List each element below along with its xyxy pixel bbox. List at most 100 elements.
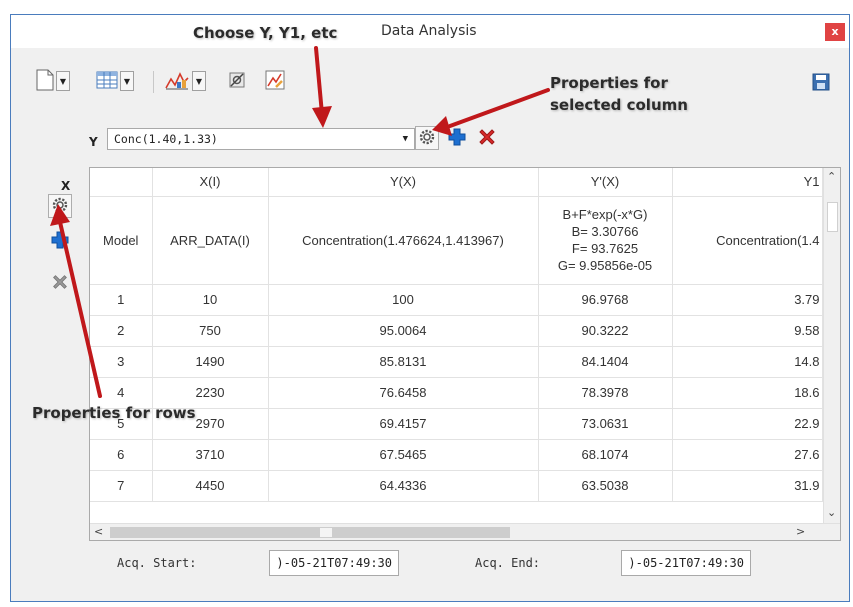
table-cell[interactable]: Concentration(1.4	[672, 196, 823, 285]
annotation-row-properties: Properties for rows	[32, 404, 196, 422]
table-cell[interactable]: 78.3978	[538, 377, 673, 409]
column-header[interactable]: Y'(X)	[538, 168, 673, 197]
table-cell[interactable]: 64.4336	[268, 470, 539, 502]
chart-dropdown[interactable]: ▼	[163, 69, 207, 93]
annotation-column-properties-line1: Properties for	[550, 74, 668, 92]
table-cell[interactable]: 69.4157	[268, 408, 539, 440]
column-header[interactable]: Y(X)	[268, 168, 539, 197]
column-header[interactable]: Y1	[672, 168, 823, 197]
vertical-scrollbar[interactable]: ⌃ ⌄	[823, 168, 840, 524]
edit-chart-button[interactable]	[263, 69, 287, 93]
table-cell[interactable]: B+F*exp(-x*G) B= 3.30766 F= 93.7625 G= 9…	[538, 196, 673, 285]
table-cell[interactable]: 73.0631	[538, 408, 673, 440]
new-document-icon	[36, 69, 54, 94]
annotation-column-properties-line2: selected column	[550, 96, 688, 114]
table-cell[interactable]: ARR_DATA(I)	[152, 196, 269, 285]
table-cell[interactable]: 18.6	[672, 377, 823, 409]
table-cell[interactable]: Concentration(1.476624,1.413967)	[268, 196, 539, 285]
horizontal-scroll-thumb[interactable]	[110, 527, 510, 538]
y-select-value: Conc(1.40,1.33)	[114, 132, 218, 146]
tools-button[interactable]	[225, 69, 249, 93]
title-bar: Data Analysis x	[11, 15, 849, 48]
table-row[interactable]: 3 1490 85.8131 84.1404 14.8	[90, 346, 823, 378]
close-button[interactable]: x	[825, 23, 845, 41]
save-button[interactable]	[809, 71, 833, 95]
scroll-down-icon[interactable]: ⌄	[827, 506, 836, 519]
table-cell[interactable]: 95.0064	[268, 315, 539, 347]
table-dropdown[interactable]: ▼	[95, 69, 135, 93]
vertical-scroll-thumb[interactable]	[827, 202, 838, 232]
chevron-down-icon: ▼	[56, 71, 70, 91]
plus-icon	[447, 127, 467, 150]
edit-chart-icon	[265, 70, 285, 93]
data-analysis-window: Data Analysis x ▼ ▼ ▼ Y Conc(1.40,1.33) …	[10, 14, 850, 602]
table-cell[interactable]: 85.8131	[268, 346, 539, 378]
table-cell[interactable]: 84.1404	[538, 346, 673, 378]
horizontal-scrollbar[interactable]: < >	[90, 523, 840, 540]
row-index: 1	[90, 284, 153, 316]
model-param: G= 9.95856e-05	[557, 258, 653, 273]
column-header[interactable]	[90, 168, 153, 197]
table-row[interactable]: 7 4450 64.4336 63.5038 31.9	[90, 470, 823, 502]
add-row-button[interactable]	[48, 229, 72, 253]
row-index: 2	[90, 315, 153, 347]
data-table: X(I) Y(X) Y'(X) Y1 Model ARR_DATA(I) Con…	[90, 168, 823, 502]
table-cell[interactable]: 100	[268, 284, 539, 316]
scroll-up-icon[interactable]: ⌃	[827, 170, 836, 183]
table-cell[interactable]: 10	[152, 284, 269, 316]
row-properties-button[interactable]	[48, 194, 72, 218]
annotation-choose-y: Choose Y, Y1, etc	[193, 24, 338, 42]
gear-icon	[51, 196, 69, 217]
window-title: Data Analysis	[381, 23, 477, 39]
model-param: F= 93.7625	[571, 241, 639, 256]
data-grid[interactable]: X(I) Y(X) Y'(X) Y1 Model ARR_DATA(I) Con…	[89, 167, 841, 541]
table-row[interactable]: 1 10 100 96.9768 3.79	[90, 284, 823, 316]
table-row[interactable]: 4 2230 76.6458 78.3978 18.6	[90, 377, 823, 409]
table-cell[interactable]: 67.5465	[268, 439, 539, 471]
delete-icon	[51, 273, 69, 294]
delete-row-button[interactable]	[48, 271, 72, 295]
acq-end-label: Acq. End:	[475, 556, 541, 570]
table-cell[interactable]: 1490	[152, 346, 269, 378]
scroll-right-icon[interactable]: >	[796, 525, 805, 538]
table-cell[interactable]: 27.6	[672, 439, 823, 471]
add-column-button[interactable]	[445, 126, 469, 150]
scroll-left-icon[interactable]: <	[94, 525, 103, 538]
column-header[interactable]: X(I)	[152, 168, 269, 197]
table-cell[interactable]: 9.58	[672, 315, 823, 347]
y-column-select[interactable]: Conc(1.40,1.33) ▼	[107, 128, 415, 150]
table-cell[interactable]: 76.6458	[268, 377, 539, 409]
row-index: 6	[90, 439, 153, 471]
table-row[interactable]: 6 3710 67.5465 68.1074 27.6	[90, 439, 823, 471]
table-cell[interactable]: 14.8	[672, 346, 823, 378]
column-properties-button[interactable]	[415, 126, 439, 150]
table-cell[interactable]: 96.9768	[538, 284, 673, 316]
delete-icon	[477, 127, 497, 150]
table-icon	[96, 70, 118, 93]
acq-end-field[interactable]: )-05-21T07:49:30	[621, 550, 751, 576]
table-cell[interactable]: 90.3222	[538, 315, 673, 347]
table-cell[interactable]: 4450	[152, 470, 269, 502]
table-cell[interactable]: 22.9	[672, 408, 823, 440]
table-cell[interactable]: 68.1074	[538, 439, 673, 471]
acq-start-label: Acq. Start:	[117, 556, 197, 570]
model-label: Model	[90, 196, 153, 285]
model-param: B= 3.30766	[571, 224, 639, 239]
row-index: 7	[90, 470, 153, 502]
row-index: 3	[90, 346, 153, 378]
x-label: X	[61, 179, 71, 193]
new-document-dropdown[interactable]: ▼	[35, 69, 71, 93]
table-row[interactable]: 5 2970 69.4157 73.0631 22.9	[90, 408, 823, 440]
table-cell[interactable]: 3.79	[672, 284, 823, 316]
y-label: Y	[89, 135, 98, 149]
table-row[interactable]: 2 750 95.0064 90.3222 9.58	[90, 315, 823, 347]
chart-icon	[164, 70, 190, 93]
table-cell[interactable]: 63.5038	[538, 470, 673, 502]
scroll-thumb-grip	[320, 528, 332, 537]
save-icon	[812, 73, 830, 94]
table-cell[interactable]: 31.9	[672, 470, 823, 502]
delete-column-button[interactable]	[475, 126, 499, 150]
table-cell[interactable]: 3710	[152, 439, 269, 471]
table-cell[interactable]: 750	[152, 315, 269, 347]
acq-start-field[interactable]: )-05-21T07:49:30	[269, 550, 399, 576]
